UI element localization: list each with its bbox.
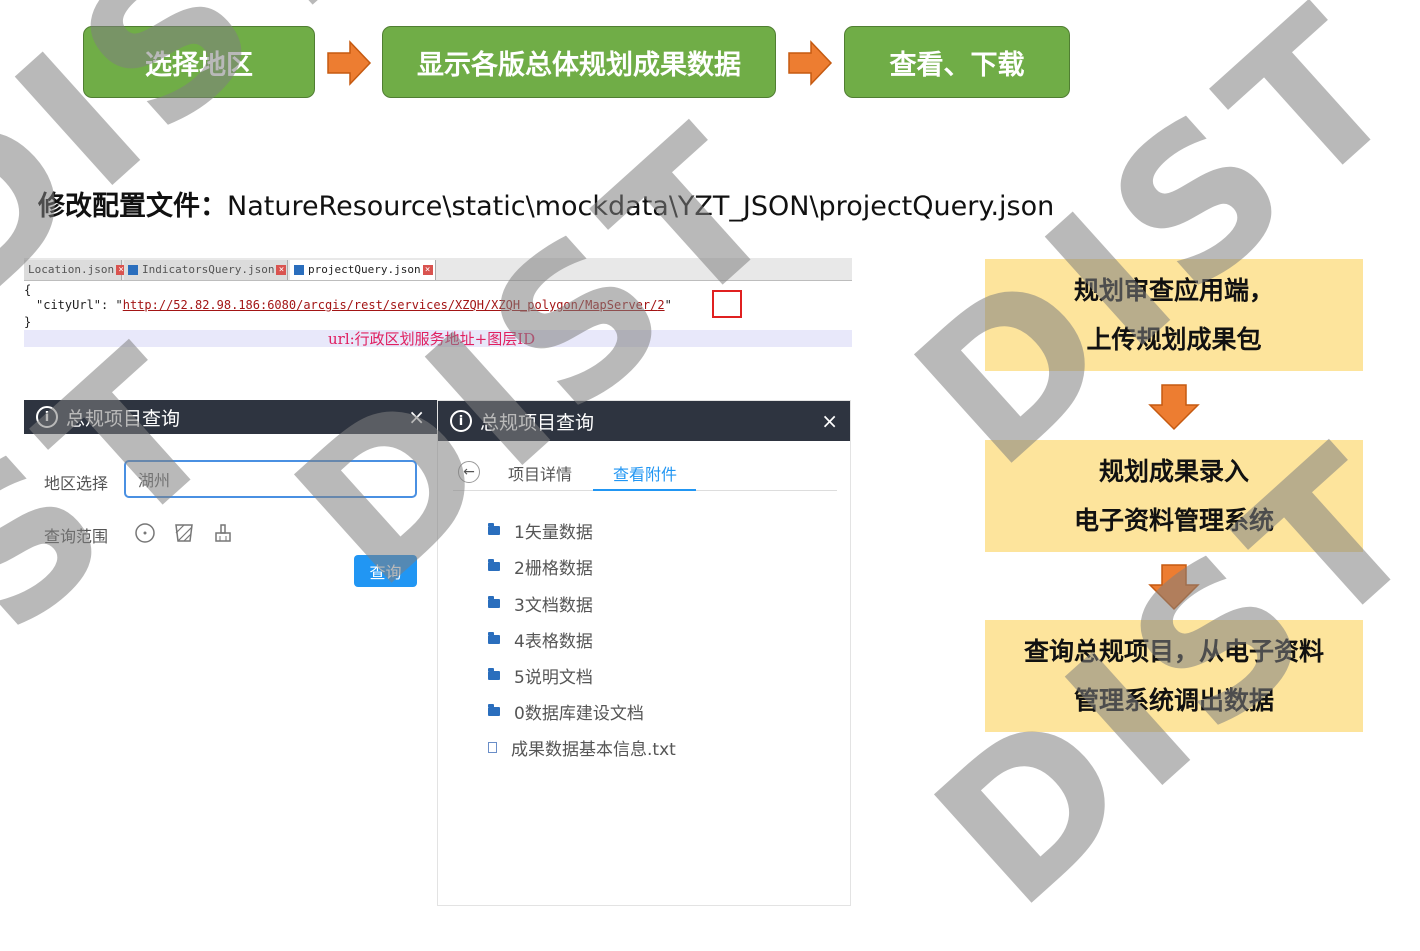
- close-icon[interactable]: ×: [276, 265, 287, 275]
- info-icon: i: [450, 410, 472, 432]
- back-icon[interactable]: ←: [458, 461, 480, 483]
- caption-path: NatureResource\static\mockdata\YZT_JSON\…: [227, 191, 1055, 222]
- folder-icon: [488, 668, 500, 680]
- file-item[interactable]: 1矢量数据: [488, 518, 593, 543]
- file-item[interactable]: 2栅格数据: [488, 554, 593, 579]
- code-line-1: {: [24, 283, 32, 297]
- editor-tab-projectquery[interactable]: projectQuery.json ×: [290, 260, 436, 280]
- query-panel-left: i 总规项目查询 × 地区选择 湖州 查询范围 查询: [24, 400, 437, 590]
- panel-header: i 总规项目查询 ×: [24, 400, 437, 434]
- code-line-3: }: [24, 315, 32, 329]
- file-item[interactable]: 成果数据基本信息.txt: [488, 735, 676, 760]
- flow-step-view-download: 查看、下载: [844, 26, 1070, 98]
- highlight-box: [712, 290, 742, 318]
- config-caption: 修改配置文件：NatureResource\static\mockdata\YZ…: [38, 184, 1054, 223]
- editor-tab-location[interactable]: Location.json ×: [24, 260, 127, 280]
- query-panel-right: i 总规项目查询 × ← 项目详情 查看附件 1矢量数据 2栅格数据 3文档数据…: [437, 400, 851, 906]
- flow-step-show-results: 显示各版总体规划成果数据: [382, 26, 776, 98]
- range-label: 查询范围: [44, 527, 109, 546]
- process-box-upload: 规划审查应用端， 上传规划成果包: [985, 259, 1363, 371]
- tab-project-details[interactable]: 项目详情: [508, 461, 572, 485]
- folder-icon: [488, 596, 500, 608]
- file-item[interactable]: 0数据库建设文档: [488, 699, 644, 724]
- code-line-2: "cityUrl": "http://52.82.98.186:6080/arc…: [36, 298, 672, 312]
- arrow-right-icon: [327, 40, 372, 86]
- code-editor: Location.json × IndicatorsQuery.json × pro…: [24, 258, 852, 350]
- arrow-down-icon: [1148, 564, 1200, 611]
- service-url: http://52.82.98.186:6080/arcgis/rest/ser…: [122, 298, 658, 312]
- panel-title: 总规项目查询: [480, 411, 595, 434]
- circle-draw-icon[interactable]: [134, 522, 156, 544]
- file-item[interactable]: 4表格数据: [488, 627, 593, 652]
- editor-tab-indicators[interactable]: IndicatorsQuery.json ×: [124, 260, 288, 280]
- caption-label: 修改配置文件：: [38, 191, 227, 222]
- arrow-down-icon: [1148, 384, 1200, 431]
- region-input[interactable]: 湖州: [124, 460, 417, 498]
- close-icon[interactable]: ×: [408, 405, 425, 429]
- process-box-query: 查询总规项目，从电子资料 管理系统调出数据: [985, 620, 1363, 732]
- tab-view-attachments[interactable]: 查看附件: [613, 461, 677, 485]
- info-icon: i: [36, 406, 58, 428]
- tab-active-indicator: [593, 489, 696, 491]
- region-label: 地区选择: [44, 474, 109, 493]
- panel-header: i 总规项目查询 ×: [438, 401, 850, 441]
- polygon-draw-icon[interactable]: [173, 522, 195, 544]
- close-icon[interactable]: ×: [422, 265, 433, 275]
- file-item[interactable]: 3文档数据: [488, 591, 593, 616]
- document-icon: [488, 742, 497, 753]
- close-icon[interactable]: ×: [821, 409, 838, 433]
- folder-icon: [488, 523, 500, 535]
- folder-icon: [488, 632, 500, 644]
- editor-tabbar: Location.json × IndicatorsQuery.json × pro…: [24, 258, 852, 281]
- flow-step-select-region: 选择地区: [83, 26, 315, 98]
- query-button[interactable]: 查询: [354, 555, 417, 587]
- save-icon: [294, 265, 304, 275]
- folder-icon: [488, 559, 500, 571]
- save-icon: [128, 265, 138, 275]
- process-box-entry: 规划成果录入 电子资料管理系统: [985, 440, 1363, 552]
- arrow-right-icon: [788, 40, 833, 86]
- folder-icon: [488, 704, 500, 716]
- file-item[interactable]: 5说明文档: [488, 663, 593, 688]
- panel-title: 总规项目查询: [66, 407, 181, 430]
- layer-id: 2: [657, 298, 665, 312]
- clear-icon[interactable]: [212, 522, 234, 544]
- code-annotation: url:行政区划服务地址+图层ID: [328, 330, 536, 348]
